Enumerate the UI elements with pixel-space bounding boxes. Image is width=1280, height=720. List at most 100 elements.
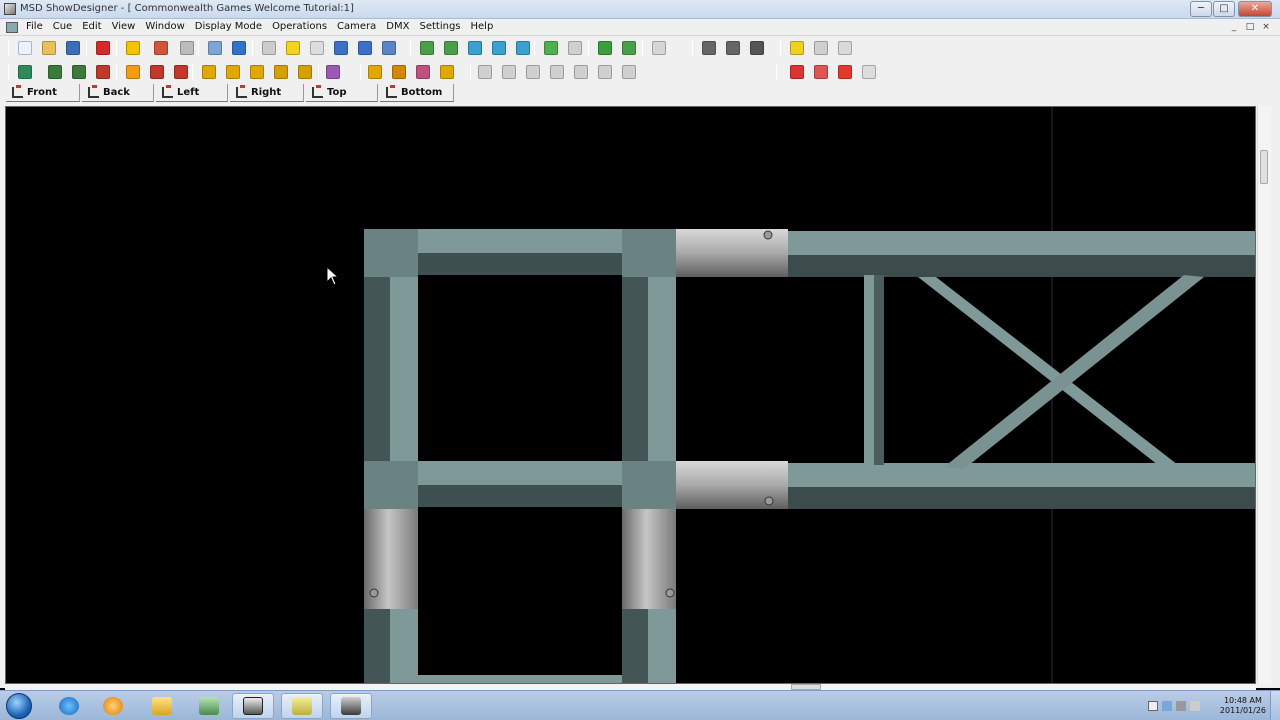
move-tool-button[interactable] (16, 63, 34, 81)
app-icon[interactable] (4, 3, 16, 15)
box-c-button[interactable] (414, 63, 432, 81)
display-icon[interactable] (1162, 701, 1172, 711)
zoom-check-button[interactable] (442, 39, 460, 57)
disabled-1-button[interactable] (476, 63, 494, 81)
figure-outline-button[interactable] (836, 39, 854, 57)
figure-light-button[interactable] (788, 39, 806, 57)
menu-edit[interactable]: Edit (82, 21, 107, 32)
orbit-b-button[interactable] (70, 63, 88, 81)
fixture-key-button[interactable] (380, 39, 398, 57)
disabled-3-button[interactable] (524, 63, 542, 81)
menu-file[interactable]: File (26, 21, 49, 32)
menu-camera[interactable]: Camera (337, 21, 382, 32)
network-tray-icon[interactable] (1176, 701, 1186, 711)
menu-dmx[interactable]: DMX (386, 21, 415, 32)
fixture-y1-button[interactable] (200, 63, 218, 81)
truss-b-button[interactable] (724, 39, 742, 57)
undo-button[interactable] (152, 39, 170, 57)
menu-cue[interactable]: Cue (53, 21, 78, 32)
menu-settings[interactable]: Settings (419, 21, 466, 32)
vertical-scroll-thumb[interactable] (1260, 150, 1268, 184)
view-left-button[interactable]: Left (156, 84, 228, 102)
view-front-button[interactable]: Front (6, 84, 80, 102)
render-gray-button[interactable] (860, 63, 878, 81)
close-button[interactable]: ✕ (1238, 1, 1272, 17)
eye-button[interactable] (596, 39, 614, 57)
render-solid-button[interactable] (812, 63, 830, 81)
search-button[interactable] (308, 39, 326, 57)
snap-button[interactable] (124, 63, 142, 81)
save-button[interactable] (64, 39, 82, 57)
arrow-v-button[interactable] (172, 63, 190, 81)
redo-button[interactable] (178, 39, 196, 57)
delete-button[interactable] (94, 39, 112, 57)
orbit-button[interactable] (46, 63, 64, 81)
volume-icon[interactable] (1190, 701, 1200, 711)
menu-help[interactable]: Help (471, 21, 500, 32)
mdi-close-button[interactable]: × (1260, 21, 1272, 33)
minimize-button[interactable]: ─ (1190, 1, 1212, 17)
fixture-y2-button[interactable] (224, 63, 242, 81)
refresh-button[interactable] (542, 39, 560, 57)
taskbar-tools-app[interactable] (330, 693, 372, 719)
view-top-button[interactable]: Top (306, 84, 378, 102)
truss-a-button[interactable] (700, 39, 718, 57)
title-bar[interactable]: MSD ShowDesigner - [ Commonwealth Games … (0, 0, 1280, 19)
figure-gray-button[interactable] (812, 39, 830, 57)
taskbar-internet-explorer[interactable] (48, 693, 90, 719)
show-desktop-button[interactable] (1270, 691, 1280, 720)
link-button[interactable] (272, 63, 290, 81)
arrow-h-button[interactable] (148, 63, 166, 81)
cut-button[interactable] (260, 39, 278, 57)
box-a-button[interactable] (366, 63, 384, 81)
3d-viewport[interactable] (5, 106, 1256, 684)
view-bottom-button[interactable]: Bottom (380, 84, 454, 102)
new-file-button[interactable] (16, 39, 34, 57)
menu-operations[interactable]: Operations (272, 21, 333, 32)
disabled-2-button[interactable] (500, 63, 518, 81)
truss-c-button[interactable] (748, 39, 766, 57)
move-button[interactable] (490, 39, 508, 57)
pan-button[interactable] (514, 39, 532, 57)
text-tool-button[interactable] (324, 63, 342, 81)
disabled-4-button[interactable] (548, 63, 566, 81)
view-right-button[interactable]: Right (230, 84, 304, 102)
grid-tool-button[interactable] (94, 63, 112, 81)
menu-window[interactable]: Window (145, 21, 190, 32)
render-red-button[interactable] (836, 63, 854, 81)
disabled-7-button[interactable] (620, 63, 638, 81)
render-wire-button[interactable] (788, 63, 806, 81)
taskbar-show-designer[interactable] (232, 693, 274, 719)
view-back-button[interactable]: Back (82, 84, 154, 102)
rotate-button[interactable] (466, 39, 484, 57)
refresh-disabled-button[interactable] (566, 39, 584, 57)
print-button[interactable] (206, 39, 224, 57)
fixture-y3-button[interactable] (248, 63, 266, 81)
menu-view[interactable]: View (112, 21, 142, 32)
mdi-restore-button[interactable]: □ (1244, 21, 1256, 33)
maximize-button[interactable]: □ (1213, 1, 1235, 17)
taskbar-notes-app[interactable] (281, 693, 323, 719)
curve-button[interactable] (296, 63, 314, 81)
menu-display-mode[interactable]: Display Mode (195, 21, 268, 32)
document-icon[interactable] (6, 22, 18, 33)
taskbar-file-explorer[interactable] (141, 693, 183, 719)
vertical-scrollbar[interactable] (1257, 106, 1271, 684)
open-folder-button[interactable] (40, 39, 58, 57)
start-button[interactable] (6, 693, 32, 719)
taskbar-media-player[interactable] (92, 693, 134, 719)
system-clock[interactable]: 10:48 AM 2011/01/26 (1220, 696, 1266, 716)
disabled-5-button[interactable] (572, 63, 590, 81)
disabled-box-button[interactable] (650, 39, 668, 57)
fixture-f-button[interactable] (332, 39, 350, 57)
fixture-p-button[interactable] (356, 39, 374, 57)
taskbar-network-app[interactable] (188, 693, 230, 719)
info-button[interactable] (230, 39, 248, 57)
action-center-icon[interactable] (1148, 701, 1158, 711)
add-view-button[interactable] (620, 39, 638, 57)
light-bulb-button[interactable] (284, 39, 302, 57)
box-b-button[interactable] (390, 63, 408, 81)
zoom-in-button[interactable] (418, 39, 436, 57)
select-pointer-button[interactable] (124, 39, 142, 57)
disabled-6-button[interactable] (596, 63, 614, 81)
